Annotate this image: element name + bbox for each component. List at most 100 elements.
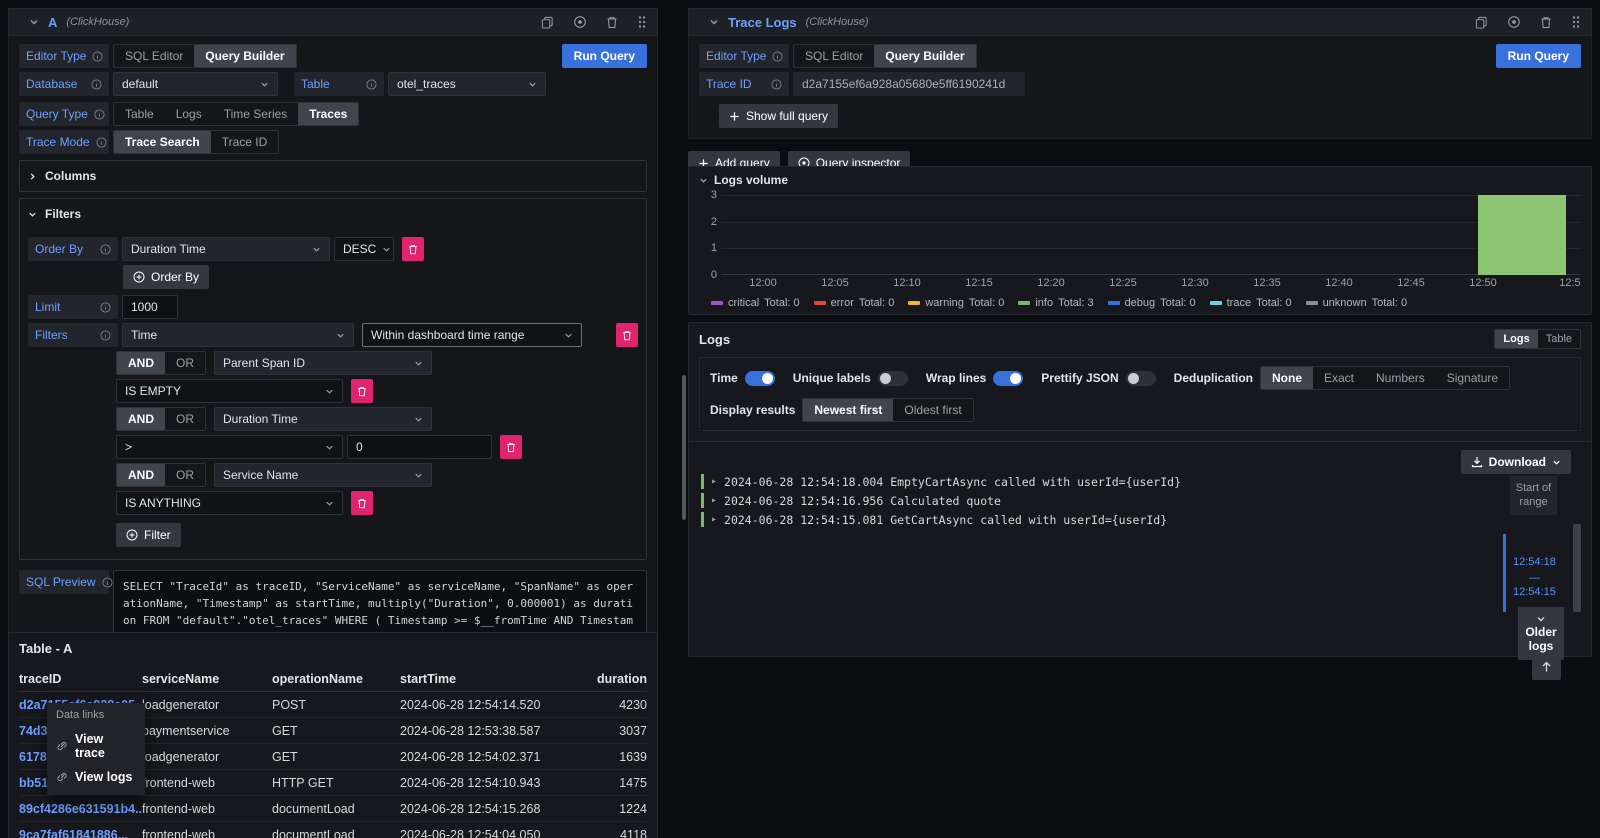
info-icon[interactable]: [772, 51, 783, 62]
plot-area[interactable]: [721, 195, 1581, 275]
run-query-button[interactable]: Run Query: [1496, 44, 1581, 68]
trace-mode-trace-search[interactable]: Trace Search: [114, 131, 211, 153]
query-type-traces[interactable]: Traces: [298, 103, 358, 125]
query-type-time-series[interactable]: Time Series: [213, 103, 299, 125]
log-row[interactable]: ▸ 2024-06-28 12:54:16.956 Calculated quo…: [701, 491, 1461, 510]
info-icon[interactable]: [91, 79, 102, 90]
filter-time-operator-select[interactable]: Within dashboard time range: [362, 323, 582, 347]
dedup-signature[interactable]: Signature: [1436, 367, 1509, 389]
or-option[interactable]: OR: [165, 352, 205, 374]
download-button[interactable]: Download: [1461, 450, 1571, 474]
dedup-none[interactable]: None: [1261, 367, 1313, 389]
view-logs-link[interactable]: View logs: [56, 765, 136, 789]
prettify-json-toggle[interactable]: [1126, 371, 1156, 386]
trash-icon[interactable]: [606, 16, 618, 29]
add-filter-button[interactable]: Filter: [116, 523, 181, 547]
oldest-first-option[interactable]: Oldest first: [893, 399, 972, 421]
logs-volume-header[interactable]: Logs volume: [699, 173, 1581, 187]
legend-item[interactable]: infoTotal: 3: [1018, 297, 1093, 309]
order-by-direction-select[interactable]: DESC: [334, 237, 394, 261]
legend-item[interactable]: debugTotal: 0: [1108, 297, 1196, 309]
newest-first-option[interactable]: Newest first: [803, 399, 893, 421]
filter-time-field-select[interactable]: Time: [122, 323, 354, 347]
view-trace-link[interactable]: View trace: [56, 727, 136, 765]
legend-item[interactable]: traceTotal: 0: [1210, 297, 1292, 309]
dedup-exact[interactable]: Exact: [1313, 367, 1365, 389]
and-option[interactable]: AND: [117, 408, 165, 430]
columns-section-header[interactable]: Columns: [28, 167, 638, 185]
query-type-logs[interactable]: Logs: [165, 103, 213, 125]
chevron-down-icon[interactable]: [29, 17, 39, 27]
editor-scrollbar-thumb[interactable]: [682, 375, 686, 520]
eye-icon[interactable]: [1507, 15, 1521, 29]
filter-duration-value-input[interactable]: 0: [347, 435, 492, 459]
filter-parent-operator-select[interactable]: IS EMPTY: [116, 379, 343, 403]
view-logs-option[interactable]: Logs: [1495, 330, 1537, 348]
trash-icon[interactable]: [1540, 16, 1552, 29]
database-select[interactable]: default: [113, 72, 278, 96]
trace-id-input[interactable]: d2a7155ef6a928a05680e5ff6190241d: [793, 72, 1025, 96]
info-icon[interactable]: [100, 244, 111, 255]
filter-parent-delete-button[interactable]: [351, 379, 373, 403]
chevron-down-icon[interactable]: [709, 17, 719, 27]
info-icon[interactable]: [100, 302, 111, 313]
query-type-table[interactable]: Table: [114, 103, 165, 125]
editor-type-query-builder[interactable]: Query Builder: [194, 45, 295, 67]
show-full-query-button[interactable]: Show full query: [719, 104, 838, 128]
info-icon[interactable]: [366, 79, 377, 90]
drag-handle-icon[interactable]: [637, 15, 647, 29]
wrap-lines-toggle[interactable]: [993, 371, 1023, 386]
limit-input[interactable]: 1000: [122, 295, 178, 319]
add-order-by-button[interactable]: Order By: [123, 265, 209, 289]
filter-parent-field-select[interactable]: Parent Span ID: [214, 351, 432, 375]
filter-time-delete-button[interactable]: [616, 323, 638, 347]
legend-item[interactable]: criticalTotal: 0: [711, 297, 800, 309]
and-option[interactable]: AND: [117, 464, 165, 486]
col-duration[interactable]: duration: [568, 672, 647, 686]
col-servicename[interactable]: serviceName: [142, 672, 272, 686]
info-icon[interactable]: [92, 51, 103, 62]
editor-type-sql-editor[interactable]: SQL Editor: [114, 45, 194, 67]
editor-type-query-builder[interactable]: Query Builder: [874, 45, 975, 67]
expand-chevron-icon[interactable]: ▸: [711, 514, 717, 525]
logs-scrollbar-thumb[interactable]: [1573, 524, 1581, 612]
info-icon[interactable]: [102, 577, 113, 588]
older-logs-button[interactable]: Older logs: [1518, 607, 1564, 660]
info-icon[interactable]: [771, 79, 782, 90]
table-select[interactable]: otel_traces: [388, 72, 546, 96]
info-icon[interactable]: [96, 137, 107, 148]
order-by-field-select[interactable]: Duration Time: [122, 237, 330, 261]
unique-labels-toggle[interactable]: [878, 371, 908, 386]
expand-chevron-icon[interactable]: ▸: [711, 476, 717, 487]
filter-duration-field-select[interactable]: Duration Time: [214, 407, 432, 431]
filter-duration-delete-button[interactable]: [500, 435, 522, 459]
duplicate-icon[interactable]: [1475, 16, 1488, 29]
dedup-numbers[interactable]: Numbers: [1365, 367, 1436, 389]
filter-duration-operator-select[interactable]: >: [116, 435, 343, 459]
and-option[interactable]: AND: [117, 352, 165, 374]
run-query-button[interactable]: Run Query: [562, 44, 647, 68]
info-icon[interactable]: [100, 330, 111, 341]
view-table-option[interactable]: Table: [1538, 330, 1580, 348]
trace-mode-trace-id[interactable]: Trace ID: [211, 131, 279, 153]
duplicate-icon[interactable]: [541, 16, 554, 29]
order-by-delete-button[interactable]: [402, 237, 424, 261]
filter-service-operator-select[interactable]: IS ANYTHING: [116, 491, 343, 515]
filters-section-header[interactable]: Filters: [28, 205, 638, 223]
time-toggle[interactable]: [745, 371, 775, 386]
logs-minimap[interactable]: 12:54:18 — 12:54:15: [1503, 534, 1573, 612]
col-operationname[interactable]: operationName: [272, 672, 400, 686]
col-traceid[interactable]: traceID: [19, 672, 142, 686]
or-option[interactable]: OR: [165, 464, 205, 486]
info-icon[interactable]: [94, 109, 105, 120]
legend-item[interactable]: errorTotal: 0: [814, 297, 895, 309]
eye-icon[interactable]: [573, 15, 587, 29]
filter-service-delete-button[interactable]: [351, 491, 373, 515]
legend-item[interactable]: warningTotal: 0: [908, 297, 1004, 309]
drag-handle-icon[interactable]: [1571, 15, 1581, 29]
legend-item[interactable]: unknownTotal: 0: [1306, 297, 1408, 309]
trace-link[interactable]: 89cf4286e631591b4...: [19, 802, 142, 816]
editor-type-sql-editor[interactable]: SQL Editor: [794, 45, 874, 67]
scroll-to-top-button[interactable]: [1532, 654, 1561, 680]
trace-link[interactable]: 9ca7faf61841886...: [19, 828, 142, 838]
